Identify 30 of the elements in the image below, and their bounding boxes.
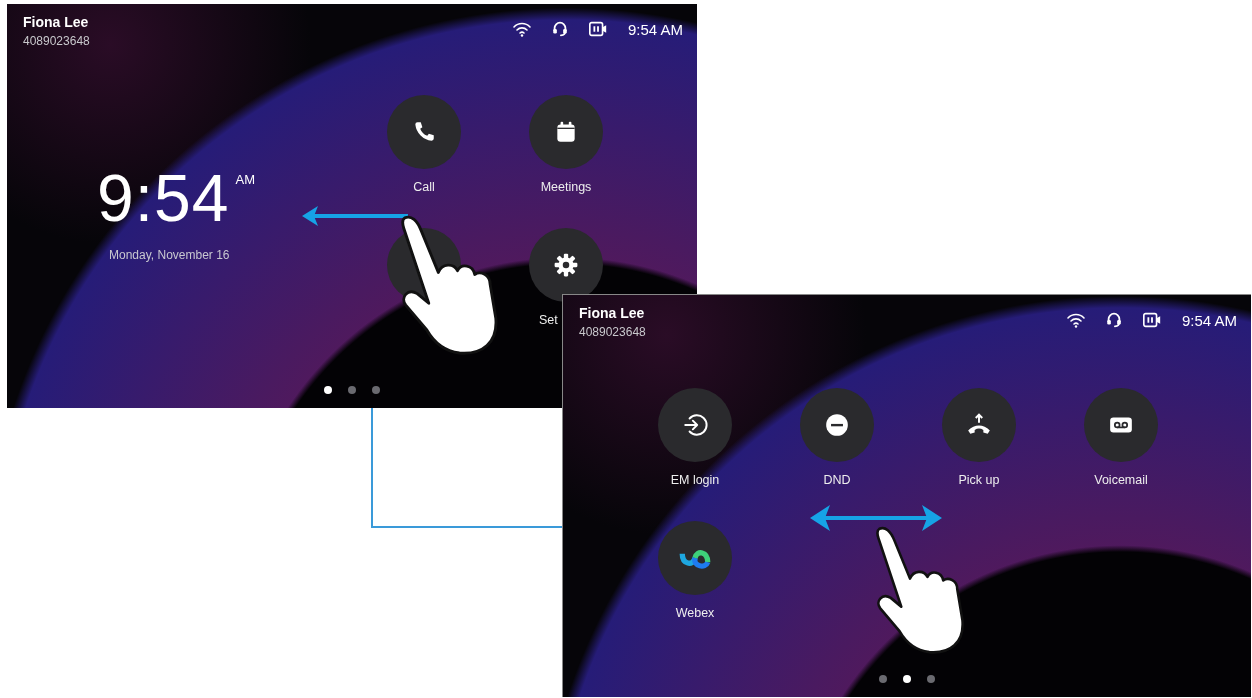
phone-number: 4089023648 [579, 325, 646, 339]
status-time: 9:54 AM [1181, 311, 1237, 329]
wifi-icon [1065, 311, 1086, 329]
login-icon [682, 412, 708, 438]
app-label: Pick up [958, 473, 1000, 487]
app-label: Call [413, 180, 435, 194]
app-label: Webex [675, 606, 715, 620]
video-phone-icon [587, 20, 608, 38]
app-label: EM login [670, 473, 720, 487]
video-phone-icon [1141, 311, 1162, 329]
page-indicator-dot[interactable] [903, 675, 911, 683]
page-indicator-dot[interactable] [372, 386, 380, 394]
wifi-icon [511, 20, 532, 38]
clock-date: Monday, November 16 [109, 248, 230, 262]
settings-icon [553, 252, 579, 278]
page-indicator-dot[interactable] [348, 386, 356, 394]
minus-circle-icon [824, 412, 850, 438]
clock-time: 9:54 [97, 162, 230, 234]
page-indicator-dot[interactable] [324, 386, 332, 394]
app-label: DND [823, 473, 851, 487]
clock-period: AM [235, 172, 255, 187]
page-indicator-dot[interactable] [879, 675, 887, 683]
app-label: Set [539, 313, 558, 327]
app-label: Meetings [540, 180, 592, 194]
status-time: 9:54 AM [627, 20, 683, 38]
app-label: Voicemail [1094, 473, 1148, 487]
user-name: Fiona Lee [579, 305, 646, 321]
phone-number: 4089023648 [23, 34, 90, 48]
user-name: Fiona Lee [23, 14, 90, 30]
page-indicator-dot[interactable] [927, 675, 935, 683]
